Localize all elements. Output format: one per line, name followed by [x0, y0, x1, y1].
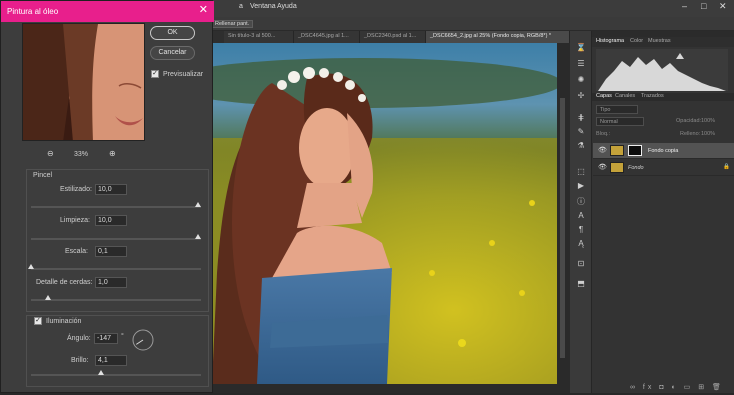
doc-tab-2[interactable]: _DSC4645.jpg al 1... — [294, 31, 360, 43]
cleanliness-label: Limpieza: — [60, 217, 90, 224]
blend-mode-select[interactable]: Normal — [596, 117, 644, 126]
cleanliness-slider-track[interactable] — [31, 238, 201, 240]
layer-actions-icon[interactable]: ∞ fx ◘ ◐ ▭ ⊞ 🗑 — [630, 383, 724, 391]
menu-item-ventana[interactable]: Ventana — [250, 3, 276, 10]
zoom-level: 33% — [74, 151, 89, 158]
brush-group-title: Pincel — [33, 172, 53, 179]
glyphs-icon[interactable]: Ą — [575, 239, 587, 249]
angle-unit: ° — [121, 333, 124, 340]
layer-name[interactable]: Fondo copia — [648, 148, 678, 154]
brush-settings-icon[interactable]: ⋕ — [575, 113, 587, 123]
right-dock: Histograma Color Muestras Capas Canales … — [570, 31, 734, 393]
cleanliness-slider-thumb[interactable] — [194, 234, 201, 239]
layer-thumbnail — [610, 162, 624, 173]
navigator-icon[interactable]: ✢ — [575, 91, 587, 101]
zoom-out-icon[interactable]: ⊖ — [47, 149, 54, 158]
layer-kind-label: Tipo — [600, 107, 611, 113]
ok-button[interactable]: OK — [150, 26, 195, 40]
maximize-icon[interactable]: □ — [701, 1, 706, 11]
visibility-eye-icon[interactable]: 👁 — [598, 163, 607, 171]
dialog-title: Pintura al óleo — [7, 7, 59, 16]
stylization-slider-thumb[interactable] — [194, 202, 201, 207]
minimize-icon[interactable]: – — [682, 1, 687, 11]
panel-tab-layers[interactable]: Capas — [596, 93, 612, 99]
libraries-icon[interactable]: ⬚ — [575, 167, 587, 177]
stylization-slider-track[interactable] — [31, 206, 201, 208]
scale-input[interactable]: 0,1 — [95, 246, 127, 257]
lighting-checkbox[interactable]: ✓ — [34, 317, 42, 325]
photo-canvas — [162, 43, 570, 393]
layer-row[interactable]: 👁 Fondo copia — [593, 143, 734, 159]
histogram-graph — [596, 49, 728, 91]
clone-source-icon[interactable]: ⚗ — [575, 141, 587, 151]
paragraph-icon[interactable]: ¶ — [575, 225, 587, 235]
shine-slider-thumb[interactable] — [97, 370, 104, 375]
lighting-group — [26, 315, 209, 387]
fill-label: Relleno: — [680, 131, 701, 137]
bristle-detail-input[interactable]: 1,0 — [95, 277, 127, 288]
preview-label: Previsualizar — [163, 71, 204, 78]
cancel-button[interactable]: Cancelar — [150, 46, 195, 60]
panel-tab-channels[interactable]: Canales — [615, 93, 635, 99]
cleanliness-input[interactable]: 10,0 — [95, 215, 127, 226]
bristle-detail-slider-thumb[interactable] — [45, 295, 51, 300]
lock-icon: 🔒 — [723, 164, 730, 170]
visibility-eye-icon[interactable]: 👁 — [598, 146, 607, 154]
opacity-label: Opacidad: — [676, 118, 702, 124]
angle-dial[interactable] — [131, 328, 155, 352]
adjustments-icon[interactable]: ✺ — [575, 75, 587, 85]
actions-icon[interactable]: ▶ — [575, 181, 587, 191]
layer-name[interactable]: Fondo — [628, 165, 644, 171]
preview-checkbox[interactable]: ✓ — [151, 70, 159, 78]
dock-icon-strip: ⌛ ☰ ✺ ✢ ⋕ ✎ ⚗ ⬚ ▶ ⓘ A ¶ Ą ⊡ ⬒ — [570, 31, 592, 393]
layer-thumbnail — [610, 145, 624, 156]
preview-image[interactable] — [22, 23, 145, 141]
dialog-close-icon[interactable]: ✕ — [199, 5, 208, 16]
canvas-area[interactable] — [162, 43, 570, 393]
blend-mode-value: Normal — [600, 119, 618, 125]
close-window-icon[interactable]: ✕ — [719, 1, 727, 12]
oil-paint-dialog: Pintura al óleo ✕ ⊖ 33% ⊕ OK Cancelar ✓ … — [0, 0, 214, 393]
fill-value[interactable]: 100% — [701, 131, 715, 137]
dialog-title-bar[interactable]: Pintura al óleo ✕ — [1, 1, 214, 22]
layer-mask-thumbnail[interactable] — [628, 145, 642, 156]
menu-item-ayuda[interactable]: Ayuda — [277, 3, 297, 10]
character-icon[interactable]: A — [575, 211, 587, 221]
brushes-icon[interactable]: ✎ — [575, 127, 587, 137]
shine-slider-track[interactable] — [31, 374, 201, 376]
history-icon[interactable]: ⌛ — [575, 43, 587, 53]
3d-icon[interactable]: ⬒ — [575, 279, 587, 289]
doc-tab-active[interactable]: _DSC6654_2.jpg al 25% (Fondo copia, RGB/… — [426, 31, 570, 43]
bristle-detail-slider-track[interactable] — [31, 299, 201, 301]
lock-label: Bloq.: — [596, 131, 611, 137]
panel-tab-color[interactable]: Color — [630, 38, 643, 44]
doc-tab-1[interactable]: Sin título-3 al 500... — [224, 31, 294, 43]
panel-tab-swatches[interactable]: Muestras — [648, 38, 671, 44]
shine-label: Brillo: — [71, 357, 89, 364]
menu-item-partial[interactable]: a — [239, 3, 243, 10]
bristle-detail-label: Detalle de cerdas: — [36, 279, 93, 286]
scale-slider-thumb[interactable] — [28, 264, 34, 269]
document-tabs: Sin título-3 al 500... _DSC4645.jpg al 1… — [210, 31, 570, 43]
scale-slider-track[interactable] — [31, 268, 201, 270]
stylization-input[interactable]: 10,0 — [95, 184, 127, 195]
stylization-label: Estilizado: — [60, 186, 92, 193]
angle-label: Ángulo: — [67, 335, 91, 342]
panel-tab-paths[interactable]: Trazados — [641, 93, 664, 99]
layer-kind-filter[interactable]: Tipo — [596, 105, 638, 114]
scale-label: Escala: — [65, 248, 88, 255]
panel-tab-histogram[interactable]: Histograma — [596, 38, 624, 44]
fill-screen-button[interactable]: Rellenar pant. — [211, 20, 254, 28]
tool-presets-icon[interactable]: ⊡ — [575, 259, 587, 269]
angle-input[interactable]: -147 — [94, 333, 118, 344]
doc-tab-3[interactable]: _DSC2340.psd al 1... — [360, 31, 426, 43]
opacity-value[interactable]: 100% — [701, 118, 715, 124]
properties-icon[interactable]: ☰ — [575, 59, 587, 69]
preview-face-graphic — [23, 24, 144, 140]
layer-row[interactable]: 👁 Fondo 🔒 — [593, 160, 734, 176]
info-icon[interactable]: ⓘ — [575, 197, 587, 207]
lighting-label: Iluminación — [46, 318, 82, 325]
shine-input[interactable]: 4,1 — [95, 355, 127, 366]
zoom-in-icon[interactable]: ⊕ — [109, 149, 116, 158]
